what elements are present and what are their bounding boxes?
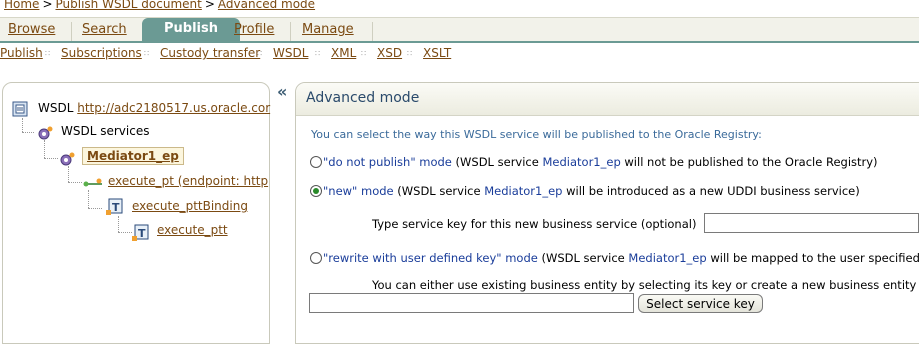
tab-profile[interactable]: Profile [234,22,274,37]
breadcrumb: Home > Publish WSDL document > Advanced mode [4,0,315,11]
subnav-separator: ∷ [45,49,51,58]
subnav-separator: ∷ [144,49,150,58]
wsdl-document-icon [12,101,28,120]
option-do-not-publish-pre: (WSDL service [455,155,539,169]
tab-bar [0,17,919,42]
option-do-not-publish-mode: "do not publish" mode [323,155,452,169]
option-do-not-publish-post: will not be published to the Oracle Regi… [624,155,878,169]
tree-root-row: WSDL http://adc2180517.us.oracle.cor [38,101,270,115]
select-service-key-button[interactable]: Select service key [638,294,763,313]
option-do-not-publish-service: Mediator1_ep [542,155,621,169]
porttype-type-icon: T [132,224,150,245]
tree-connector [44,158,58,159]
option-new-mode: "new" mode [323,184,394,198]
service-gear-icon [58,151,76,170]
tree-binding-link[interactable]: execute_pttBinding [132,199,248,213]
option-rewrite-pre: (WSDL service [541,251,625,265]
tree-connector [118,232,132,233]
endpoint-icon [82,176,104,195]
option-rewrite-mode: "rewrite with user defined key" mode [323,251,538,265]
subnav-custody-transfer[interactable]: Custody transfer [160,46,260,60]
collapse-panel-icon[interactable]: « [277,82,287,101]
tree-mediator-node[interactable]: Mediator1_ep [82,147,184,165]
tree-porttype-row: execute_ptt [157,223,228,237]
service-key-input[interactable] [704,213,919,233]
tree-porttype-link[interactable]: execute_ptt [157,223,228,237]
option-new-service: Mediator1_ep [484,184,563,198]
subnav-subscriptions[interactable]: Subscriptions [61,46,142,60]
subnav-wsdl[interactable]: WSDL [273,46,308,60]
services-gear-icon [36,125,54,144]
option-do-not-publish-text: "do not publish" mode (WSDL service Medi… [323,155,878,169]
svg-text:T: T [138,227,146,240]
wsdl-tree-panel [2,82,270,344]
option-new-text: "new" mode (WSDL service Mediator1_ep wi… [323,184,860,198]
subnav-xslt[interactable]: XSLT [423,46,451,60]
tree-connector [88,208,102,209]
tab-divider [71,22,72,41]
option-rewrite-text: "rewrite with user defined key" mode (WS… [323,251,919,265]
sub-navigation: Publish ∷ Subscriptions ∷ Custody transf… [0,44,919,64]
tab-underline [0,41,919,43]
business-entity-help-text: You can either use existing business ent… [372,278,917,292]
subnav-separator: ∷ [315,49,321,58]
tree-root-link[interactable]: http://adc2180517.us.oracle.cor [77,101,270,115]
service-key-label: Type service key for this new business s… [372,217,697,231]
subnav-separator: ∷ [361,49,367,58]
tab-divider [290,22,291,41]
breadcrumb-home-link[interactable]: Home [4,0,39,11]
subnav-separator: ∷ [257,49,263,58]
tree-endpoint-row: execute_pt (endpoint: http [108,174,268,188]
tab-manage[interactable]: Manage [302,22,354,37]
subnav-separator: ∷ [407,49,413,58]
option-rewrite-post: will be mapped to the user specified [710,251,919,265]
subnav-xsd[interactable]: XSD [377,46,402,60]
binding-type-icon: T [106,198,124,219]
tab-publish-label: Publish [164,21,218,36]
panel-title: Advanced mode [306,90,420,106]
breadcrumb-separator: > [204,0,215,11]
tab-search[interactable]: Search [82,22,127,37]
tree-mediator-link[interactable]: Mediator1_ep [87,149,179,163]
radio-do-not-publish[interactable] [310,156,322,168]
option-rewrite-service: Mediator1_ep [628,251,707,265]
breadcrumb-current-link[interactable]: Advanced mode [218,0,315,11]
option-new-pre: (WSDL service [397,184,481,198]
user-defined-key-input[interactable] [309,293,634,313]
tab-divider [372,22,373,41]
tree-binding-row: execute_pttBinding [132,199,248,213]
tree-services-label[interactable]: WSDL services [61,124,149,138]
panel-header: Advanced mode [296,83,919,116]
radio-new-mode[interactable] [310,185,322,197]
radio-rewrite-user-key[interactable] [310,252,322,264]
tree-connector [22,132,34,133]
tab-publish[interactable]: Publish [142,18,240,42]
tree-connector [22,118,23,132]
intro-text: You can select the way this WSDL service… [311,128,762,141]
option-new-post: will be introduced as a new UDDI busines… [566,184,860,198]
breadcrumb-separator: > [42,0,53,11]
tree-connector [68,182,82,183]
tab-browse[interactable]: Browse [8,22,55,37]
tree-endpoint-link[interactable]: execute_pt (endpoint: http [108,174,268,188]
svg-text:T: T [112,201,120,214]
breadcrumb-publish-wsdl-link[interactable]: Publish WSDL document [56,0,202,11]
tree-root-label: WSDL [38,101,74,115]
subnav-xml[interactable]: XML [331,46,356,60]
subnav-publish[interactable]: Publish [0,46,43,60]
